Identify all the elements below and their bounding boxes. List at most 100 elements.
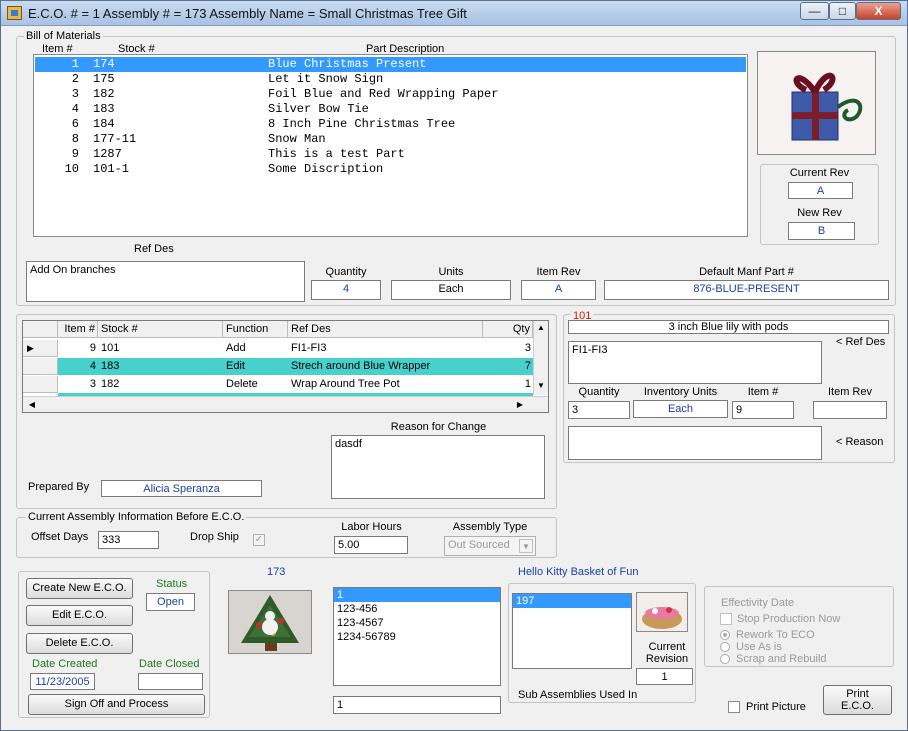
grid-cell[interactable]: FI1-FI3: [288, 340, 483, 357]
row-indicator-icon: ▶: [23, 340, 58, 357]
grid-header-qty[interactable]: Qty: [483, 321, 533, 338]
current-rev-field[interactable]: A: [788, 182, 853, 199]
grid-cell[interactable]: 183: [98, 358, 223, 375]
default-manf-field[interactable]: 876-BLUE-PRESENT: [604, 280, 889, 300]
scroll-up-icon[interactable]: ▲: [534, 321, 548, 335]
assembly-number: 173: [267, 566, 286, 578]
current-revision-field[interactable]: 1: [636, 668, 693, 685]
scrap-rebuild-label: Scrap and Rebuild: [736, 653, 827, 665]
stop-production-label: Stop Production Now: [737, 613, 841, 625]
status-field[interactable]: Open: [146, 593, 195, 611]
grid-cell[interactable]: 182: [98, 376, 223, 393]
detail-item-no-field[interactable]: 9: [732, 401, 794, 419]
grid-cell[interactable]: Add: [223, 340, 288, 357]
grid-cell[interactable]: 9: [58, 340, 98, 357]
create-eco-button[interactable]: Create New E.C.O.: [26, 578, 133, 599]
bom-row[interactable]: 4 183 Silver Bow Tie: [35, 102, 746, 117]
scrap-rebuild-radio[interactable]: [720, 654, 730, 664]
assembly-list-input[interactable]: 1: [333, 696, 501, 714]
eco-window: E.C.O. # = 1 Assembly # = 173 Assembly N…: [0, 0, 908, 731]
vertical-scrollbar[interactable]: ▲ ▼: [533, 321, 548, 395]
grid-cell[interactable]: Delete: [223, 376, 288, 393]
grid-cell[interactable]: Strech around Blue Wrapper: [288, 358, 483, 375]
detail-quantity-field[interactable]: 3: [568, 401, 630, 419]
new-rev-field[interactable]: B: [788, 222, 855, 240]
grid-header-ref-des[interactable]: Ref Des: [288, 321, 483, 338]
grid-header-stock[interactable]: Stock #: [98, 321, 223, 338]
prepared-by-label: Prepared By: [28, 481, 90, 493]
grid-cell[interactable]: 3: [58, 376, 98, 393]
grid-header-function[interactable]: Function: [223, 321, 288, 338]
grid-cell[interactable]: Edit: [223, 358, 288, 375]
scroll-left-icon[interactable]: ◀: [25, 398, 39, 412]
reason-field[interactable]: dasdf: [331, 435, 545, 499]
minimize-button[interactable]: —: [800, 2, 829, 20]
sub-assemblies-list[interactable]: 197: [512, 593, 632, 669]
grid-cell[interactable]: 101: [98, 340, 223, 357]
grid-cell[interactable]: 4: [58, 358, 98, 375]
assembly-picture: [228, 590, 312, 654]
labor-hours-field[interactable]: 5.00: [334, 536, 408, 554]
print-eco-button[interactable]: Print E.C.O.: [823, 685, 892, 715]
changes-grid[interactable]: Item # Stock # Function Ref Des Qty ▶ 9 …: [22, 320, 549, 413]
ref-des-field[interactable]: Add On branches: [26, 261, 305, 302]
ref-des-label: Ref Des: [134, 243, 174, 255]
row-header[interactable]: [23, 376, 58, 393]
print-picture-label: Print Picture: [746, 701, 806, 713]
stop-production-checkbox[interactable]: [720, 613, 732, 625]
grid-cell[interactable]: 7: [483, 358, 533, 375]
quantity-field[interactable]: 4: [311, 280, 381, 300]
bom-row[interactable]: 3 182 Foil Blue and Red Wrapping Paper: [35, 87, 746, 102]
grid-cell[interactable]: 3: [483, 340, 533, 357]
bom-row[interactable]: 9 1287 This is a test Part: [35, 147, 746, 162]
units-field[interactable]: Each: [391, 280, 511, 300]
bom-row[interactable]: 1 174 Blue Christmas Present: [35, 57, 746, 72]
grid-cell[interactable]: Wrap Around Tree Pot: [288, 376, 483, 393]
date-created-field[interactable]: 11/23/2005: [30, 673, 95, 690]
inventory-units-label: Inventory Units: [643, 386, 718, 398]
chevron-down-icon[interactable]: ▼: [519, 539, 533, 553]
horizontal-scrollbar[interactable]: ◀ ▶: [23, 396, 548, 412]
use-as-is-radio[interactable]: [720, 642, 730, 652]
rework-radio[interactable]: [720, 630, 730, 640]
list-item[interactable]: 1234-56789: [334, 630, 500, 644]
assembly-type-label: Assembly Type: [452, 521, 528, 533]
drop-ship-checkbox[interactable]: ✓: [253, 534, 265, 546]
prepared-by-field[interactable]: Alicia Speranza: [101, 480, 262, 497]
list-item[interactable]: 123-4567: [334, 616, 500, 630]
app-icon: [7, 6, 22, 20]
detail-description[interactable]: 3 inch Blue lily with pods: [568, 320, 889, 334]
scroll-down-icon[interactable]: ▼: [534, 379, 548, 393]
bom-row[interactable]: 10 101-1 Some Discription: [35, 162, 746, 177]
print-picture-checkbox[interactable]: [728, 701, 740, 713]
date-closed-field[interactable]: [138, 673, 203, 690]
sign-off-button[interactable]: Sign Off and Process: [28, 694, 205, 715]
item-rev-field[interactable]: A: [521, 280, 596, 300]
delete-eco-button[interactable]: Delete E.C.O.: [26, 633, 133, 654]
list-item[interactable]: 1: [334, 588, 500, 602]
bom-row[interactable]: 6 184 8 Inch Pine Christmas Tree: [35, 117, 746, 132]
bom-row[interactable]: 8 177-11 Snow Man: [35, 132, 746, 147]
date-created-label: Date Created: [32, 658, 98, 670]
bom-row[interactable]: 2 175 Let it Snow Sign: [35, 72, 746, 87]
maximize-button[interactable]: □: [829, 2, 856, 20]
edit-eco-button[interactable]: Edit E.C.O.: [26, 605, 133, 626]
assembly-type-select[interactable]: Out Sourced ▼: [444, 536, 536, 556]
detail-ref-des-field[interactable]: FI1-FI3: [568, 341, 822, 384]
detail-reason-field[interactable]: [568, 426, 822, 460]
scroll-right-icon[interactable]: ▶: [513, 398, 527, 412]
inventory-units-field[interactable]: Each: [633, 400, 728, 418]
assembly-info-title: Current Assembly Information Before E.C.…: [26, 511, 247, 523]
assembly-name: Hello Kitty Basket of Fun: [518, 566, 639, 578]
grid-header-item[interactable]: Item #: [58, 321, 98, 338]
grid-cell[interactable]: 1: [483, 376, 533, 393]
bom-list[interactable]: 1 174 Blue Christmas Present 2 175 Let it Sn…: [33, 54, 748, 237]
assembly-list[interactable]: 1 123-456 123-4567 1234-56789: [333, 587, 501, 686]
detail-item-rev-field[interactable]: [813, 401, 887, 419]
list-item[interactable]: 123-456: [334, 602, 500, 616]
offset-days-field[interactable]: 333: [98, 531, 159, 549]
list-item[interactable]: 197: [513, 594, 631, 608]
sub-assemblies-label: Sub Assemblies Used In: [518, 689, 638, 701]
row-header[interactable]: [23, 358, 58, 375]
close-button[interactable]: X: [856, 2, 901, 20]
